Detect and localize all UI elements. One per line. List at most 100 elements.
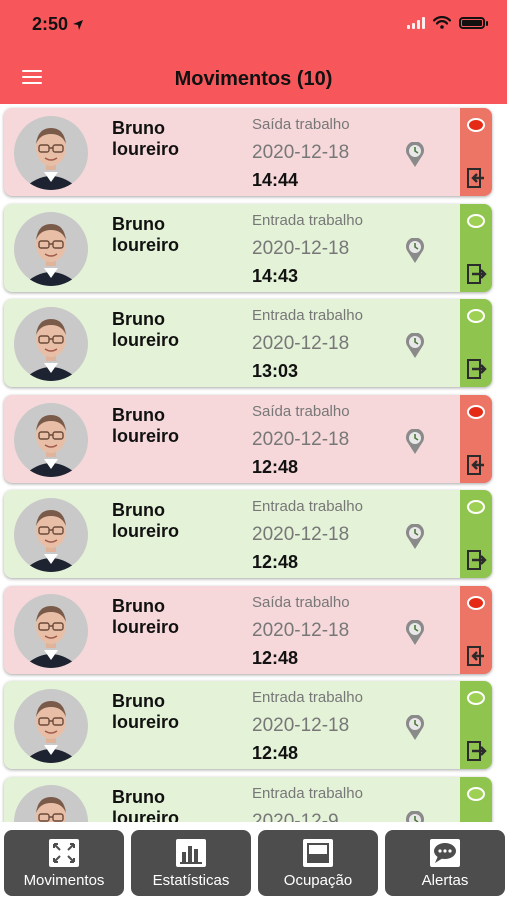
movement-time: 12:48 — [252, 743, 299, 763]
tab-estatisticas-label: Estatísticas — [152, 872, 230, 889]
employee-first-name: Bruno — [112, 787, 165, 807]
avatar — [14, 212, 88, 286]
employee-first-name: Bruno — [112, 500, 165, 520]
movement-date: 2020-12-18 — [252, 142, 350, 163]
avatar — [14, 594, 88, 668]
avatar — [14, 785, 88, 822]
status-strip — [460, 395, 492, 483]
movement-card[interactable]: Bruno loureiro Entrada trabalho 2020-12-18 1… — [4, 204, 492, 292]
employee-last-name: loureiro — [112, 330, 180, 350]
bottom-tab-bar: Movimentos Estatísticas Ocupação Alertas — [0, 822, 507, 900]
tab-estatisticas[interactable]: Estatísticas — [131, 830, 251, 896]
tab-movimentos-label: Movimentos — [23, 872, 105, 889]
movement-date: 2020-12-18 — [252, 524, 350, 545]
tab-movimentos[interactable]: Movimentos — [4, 830, 124, 896]
movement-type: Saída trabalho — [252, 594, 350, 611]
movement-card[interactable]: Bruno loureiro Saída trabalho 2020-12-18 12:… — [4, 586, 492, 674]
location-pin-icon[interactable] — [404, 811, 426, 822]
status-strip — [460, 204, 492, 292]
movement-date: 2020-12-18 — [252, 715, 350, 736]
bar-chart-icon — [176, 839, 206, 867]
status-dot-icon — [467, 405, 485, 419]
movement-card[interactable]: Bruno loureiro Entrada trabalho 2020-12-18 1… — [4, 299, 492, 387]
entry-door-icon — [467, 359, 487, 379]
movement-card[interactable]: Bruno loureiro Saída trabalho 2020-12-18 14:… — [4, 108, 492, 196]
location-pin-icon[interactable] — [404, 333, 426, 359]
avatar — [14, 498, 88, 572]
avatar — [14, 307, 88, 381]
movement-time: 12:48 — [252, 648, 299, 668]
entry-door-icon — [467, 264, 487, 284]
tab-alertas-label: Alertas — [421, 872, 469, 889]
avatar — [14, 689, 88, 763]
employee-last-name: loureiro — [112, 139, 180, 159]
status-strip — [460, 777, 492, 822]
status-dot-icon — [467, 596, 485, 610]
avatar — [14, 403, 88, 477]
employee-last-name: loureiro — [112, 617, 180, 637]
status-dot-icon — [467, 691, 485, 705]
status-strip — [460, 681, 492, 769]
status-dot-icon — [467, 214, 485, 228]
movement-time: 12:48 — [252, 457, 299, 477]
location-pin-icon[interactable] — [404, 238, 426, 264]
movement-date: 2020-12-9 — [252, 811, 339, 822]
movement-date: 2020-12-18 — [252, 333, 350, 354]
status-strip — [460, 299, 492, 387]
status-dot-icon — [467, 118, 485, 132]
status-dot-icon — [467, 500, 485, 514]
movement-type: Entrada trabalho — [252, 307, 363, 324]
status-time-text: 2:50 — [32, 14, 69, 34]
movement-time: 14:44 — [252, 170, 299, 190]
tab-ocupacao-label: Ocupação — [283, 872, 353, 889]
movement-card[interactable]: Bruno loureiro Saída trabalho 2020-12-18 12:… — [4, 395, 492, 483]
entry-door-icon — [467, 550, 487, 570]
employee-name: Bruno loureiro — [112, 214, 232, 256]
movement-card[interactable]: Bruno loureiro Entrada trabalho 2020-12-18 1… — [4, 490, 492, 578]
employee-last-name: loureiro — [112, 808, 180, 822]
movement-time: 13:03 — [252, 361, 299, 381]
employee-name: Bruno loureiro — [112, 691, 232, 733]
movement-type: Entrada trabalho — [252, 689, 363, 706]
movement-date: 2020-12-18 — [252, 238, 350, 259]
exit-door-icon — [467, 455, 484, 475]
tab-alertas[interactable]: Alertas — [385, 830, 505, 896]
employee-first-name: Bruno — [112, 691, 165, 711]
battery-icon — [459, 16, 488, 29]
movement-type: Entrada trabalho — [252, 212, 363, 229]
employee-last-name: loureiro — [112, 426, 180, 446]
movement-card[interactable]: Bruno loureiro Entrada trabalho 2020-12-9 — [4, 777, 492, 822]
movement-time: 14:43 — [252, 266, 299, 286]
movement-card[interactable]: Bruno loureiro Entrada trabalho 2020-12-18 1… — [4, 681, 492, 769]
employee-first-name: Bruno — [112, 405, 165, 425]
entry-door-icon — [467, 741, 487, 761]
employee-first-name: Bruno — [112, 214, 165, 234]
tab-ocupacao[interactable]: Ocupação — [258, 830, 378, 896]
status-strip — [460, 108, 492, 196]
employee-first-name: Bruno — [112, 118, 165, 138]
employee-name: Bruno loureiro — [112, 309, 232, 351]
location-pin-icon[interactable] — [404, 620, 426, 646]
location-pin-icon[interactable] — [404, 429, 426, 455]
cellular-signal-icon — [407, 16, 425, 29]
avatar — [14, 116, 88, 190]
status-bar-indicators — [407, 16, 488, 29]
page-title: Movimentos (10) — [174, 68, 333, 90]
app-header: 2:50 Movimentos (10) — [0, 0, 507, 104]
employee-last-name: loureiro — [112, 235, 180, 255]
movement-type: Saída trabalho — [252, 403, 350, 420]
status-dot-icon — [467, 309, 485, 323]
wifi-icon — [433, 16, 451, 29]
status-strip — [460, 490, 492, 578]
alert-bubble-icon — [430, 839, 460, 867]
movements-list[interactable]: Bruno loureiro Saída trabalho 2020-12-18 14:… — [0, 104, 507, 822]
movement-date: 2020-12-18 — [252, 429, 350, 450]
employee-name: Bruno loureiro — [112, 118, 232, 160]
location-pin-icon[interactable] — [404, 142, 426, 168]
employee-name: Bruno loureiro — [112, 500, 232, 542]
location-pin-icon[interactable] — [404, 524, 426, 550]
location-pin-icon[interactable] — [404, 715, 426, 741]
employee-last-name: loureiro — [112, 521, 180, 541]
movement-date: 2020-12-18 — [252, 620, 350, 641]
employee-first-name: Bruno — [112, 596, 165, 616]
